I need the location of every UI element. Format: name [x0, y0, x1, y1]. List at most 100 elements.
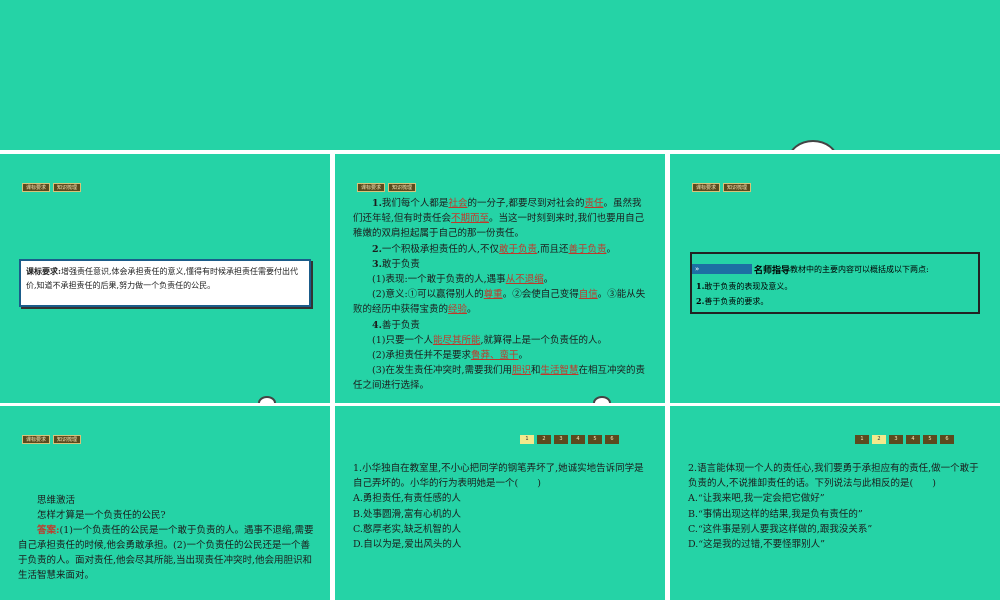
- text: (1)表现:一个敢于负责的人,遇事: [372, 274, 506, 286]
- text: 我们每个人都是: [381, 198, 449, 209]
- thinking-question: 怎样才算是一个负责任的公民?: [37, 510, 166, 521]
- text: 。②会使自己变得: [502, 289, 579, 301]
- page-button-6[interactable]: 6: [940, 435, 954, 444]
- page-button-1[interactable]: 1: [520, 435, 534, 444]
- pager: 1 2 3 4 5 6: [520, 435, 619, 444]
- paragraph-3-2: (2)意义:①可以赢得别人的尊重。②会使自己变得自信。③能从失败的经历中获得宝贵…: [353, 287, 649, 317]
- guide-text: 教材中的主要内容可以概括成以下两点:: [790, 264, 929, 274]
- item-text: 敢于负责的表现及意义。: [704, 282, 793, 291]
- text: ,就算得上是一个负责任的人。: [480, 334, 608, 346]
- answer-blank: 善于负责: [568, 243, 607, 255]
- requirements-label: 课标要求:: [26, 266, 61, 276]
- question-content: 2.语言能体现一个人的责任心,我们要勇于承担应有的责任,做一个敢于负责的人,不说…: [688, 461, 984, 552]
- page-button-1[interactable]: 1: [855, 435, 869, 444]
- guide-item: 1.敢于负责的表现及意义。: [696, 279, 978, 294]
- tab-requirements[interactable]: 课标要求: [22, 435, 51, 444]
- page-button-4[interactable]: 4: [571, 435, 585, 444]
- tab-bar: 课标要求 知识梳理: [22, 183, 82, 192]
- slide-blank: [0, 0, 1000, 150]
- answer-label: 答案:: [37, 525, 60, 536]
- option-b[interactable]: B.处事圆滑,富有心机的人: [353, 507, 649, 522]
- point-title: 敢于负责: [381, 258, 420, 270]
- slide-requirements: 课标要求 知识梳理 课标要求:增强责任意识,体会承担责任的意义,懂得有时候承担责…: [0, 154, 330, 403]
- point-number: 4.: [372, 319, 382, 331]
- tab-knowledge[interactable]: 知识梳理: [53, 435, 82, 444]
- paragraph-2: 2.一个积极承担责任的人,不仅敢于负责,而且还善于负责。: [353, 242, 649, 257]
- tab-requirements[interactable]: 课标要求: [692, 183, 721, 192]
- answer-blank: 自信: [578, 289, 598, 301]
- tab-bar: 课标要求 知识梳理: [22, 435, 82, 444]
- text: 。: [518, 350, 528, 362]
- answer-blank: 生活智慧: [540, 365, 579, 377]
- page-button-3[interactable]: 3: [889, 435, 903, 444]
- option-d[interactable]: D.自以为是,爱出风头的人: [353, 537, 649, 552]
- text: 的一分子,都要尽到对社会的: [467, 198, 585, 209]
- slide-knowledge: 课标要求 知识梳理 1.我们每个人都是社会的一分子,都要尽到对社会的责任。虽然我…: [335, 154, 665, 403]
- decorative-circle: [258, 396, 276, 403]
- paragraph-3-1: (1)表现:一个敢于负责的人,遇事从不退缩。: [353, 272, 649, 287]
- answer-blank: 社会: [448, 198, 468, 209]
- text: (2)承担责任并不是要求: [372, 350, 471, 362]
- answer-blank: 尊重: [483, 289, 503, 301]
- page-button-2[interactable]: 2: [872, 435, 886, 444]
- paragraph-4-3: (3)在发生责任冲突时,需要我们用胆识和生活智慧在相互冲突的责任之间进行选择。: [353, 363, 649, 393]
- tab-requirements[interactable]: 课标要求: [22, 183, 51, 192]
- page-button-6[interactable]: 6: [605, 435, 619, 444]
- option-a[interactable]: A.“让我来吧,我一定会把它做好”: [688, 491, 984, 506]
- option-b[interactable]: B.“事情出现这样的结果,我是负有责任的”: [688, 507, 984, 522]
- decorative-circle: [593, 396, 611, 403]
- decorative-circle: [788, 140, 838, 150]
- text: 。: [543, 274, 554, 286]
- option-c[interactable]: C.“这件事是别人要我这样做的,跟我没关系”: [688, 522, 984, 537]
- requirements-box: 课标要求:增强责任意识,体会承担责任的意义,懂得有时候承担责任需要付出代价,知道…: [19, 259, 311, 307]
- page-button-5[interactable]: 5: [923, 435, 937, 444]
- text: ,而且还: [536, 243, 569, 255]
- thinking-answer: 答案:(1)一个负责任的公民是一个敢于负责的人。遇事不退缩,需要自己承担责任的时…: [18, 523, 314, 583]
- question-stem: 1.小华独自在教室里,不小心把同学的钢笔弄坏了,她诚实地告诉同学是自己弄坏的。小…: [353, 463, 644, 490]
- slide-question-1: 1 2 3 4 5 6 1.小华独自在教室里,不小心把同学的钢笔弄坏了,她诚实地…: [335, 406, 665, 600]
- tab-knowledge[interactable]: 知识梳理: [723, 183, 752, 192]
- tab-knowledge[interactable]: 知识梳理: [53, 183, 82, 192]
- answer-blank: 责任: [584, 198, 604, 209]
- guide-header: » 名师指导 教材中的主要内容可以概括成以下两点:: [692, 262, 978, 276]
- text: (3)在发生责任冲突时,需要我们用: [372, 365, 512, 377]
- knowledge-text: 1.我们每个人都是社会的一分子,都要尽到对社会的责任。虽然我们还年轻,但有时责任…: [353, 196, 649, 394]
- answer-blank: 能尽其所能: [432, 334, 481, 346]
- answer-blank: 从不退缩: [505, 274, 544, 286]
- answer-blank: 胆识: [511, 365, 531, 377]
- thinking-content: 思维激活 怎样才算是一个负责任的公民? 答案:(1)一个负责任的公民是一个敢于负…: [18, 493, 314, 583]
- text: 和: [531, 365, 541, 377]
- text: 。: [606, 243, 617, 255]
- option-d[interactable]: D.“这是我的过错,不要怪罪别人”: [688, 537, 984, 552]
- point-number: 3.: [372, 258, 382, 270]
- paragraph-4-1: (1)只要一个人能尽其所能,就算得上是一个负责任的人。: [353, 333, 649, 348]
- text: 。: [467, 304, 477, 316]
- answer-blank: 敢于负责: [498, 243, 537, 255]
- tab-bar: 课标要求 知识梳理: [357, 183, 417, 192]
- paragraph-1: 1.我们每个人都是社会的一分子,都要尽到对社会的责任。虽然我们还年轻,但有时责任…: [353, 196, 649, 242]
- paragraph-4-2: (2)承担责任并不是要求鲁莽、蛮干。: [353, 348, 649, 363]
- tab-bar: 课标要求 知识梳理: [692, 183, 752, 192]
- answer-text: (1)一个负责任的公民是一个敢于负责的人。遇事不退缩,需要自己承担责任的时候,他…: [18, 525, 314, 581]
- text: (1)只要一个人: [372, 334, 433, 346]
- requirements-text: 增强责任意识,体会承担责任的意义,懂得有时候承担责任需要付出代价,知道不承担责任…: [26, 267, 299, 290]
- page-button-2[interactable]: 2: [537, 435, 551, 444]
- tab-requirements[interactable]: 课标要求: [357, 183, 386, 192]
- option-a[interactable]: A.勇担责任,有责任感的人: [353, 491, 649, 506]
- double-chevron-icon: »: [692, 264, 752, 274]
- guide-title: 名师指导: [754, 265, 791, 276]
- page-button-5[interactable]: 5: [588, 435, 602, 444]
- point-number: 1.: [372, 198, 382, 209]
- page-button-4[interactable]: 4: [906, 435, 920, 444]
- guide-item: 2.善于负责的要求。: [696, 294, 978, 309]
- option-c[interactable]: C.憨厚老实,缺乏机智的人: [353, 522, 649, 537]
- page-button-3[interactable]: 3: [554, 435, 568, 444]
- teacher-guide-box: » 名师指导 教材中的主要内容可以概括成以下两点: 1.敢于负责的表现及意义。 …: [690, 252, 980, 314]
- slide-question-2: 1 2 3 4 5 6 2.语言能体现一个人的责任心,我们要勇于承担应有的责任,…: [670, 406, 1000, 600]
- tab-knowledge[interactable]: 知识梳理: [388, 183, 417, 192]
- slide-thinking: 课标要求 知识梳理 思维激活 怎样才算是一个负责任的公民? 答案:(1)一个负责…: [0, 406, 330, 600]
- point-number: 2.: [372, 243, 382, 255]
- point-title: 善于负责: [381, 319, 420, 331]
- pager: 1 2 3 4 5 6: [855, 435, 954, 444]
- question-stem: 2.语言能体现一个人的责任心,我们要勇于承担应有的责任,做一个敢于负责的人,不说…: [688, 463, 979, 490]
